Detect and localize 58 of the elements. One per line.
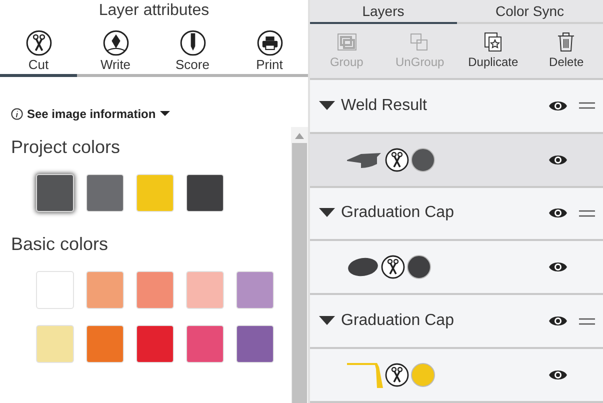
layer-row[interactable] <box>310 134 603 188</box>
group-icon <box>336 32 358 52</box>
color-swatch[interactable] <box>136 271 174 309</box>
toolbar-button[interactable]: Duplicate <box>456 24 530 78</box>
color-swatch[interactable] <box>236 325 274 363</box>
scrollbar-thumb[interactable] <box>292 143 307 403</box>
stylus-icon <box>180 30 206 56</box>
color-swatch[interactable] <box>36 271 74 309</box>
panel-title: Layer attributes <box>98 1 210 21</box>
color-swatch[interactable] <box>86 174 124 212</box>
eye-icon[interactable] <box>549 207 567 220</box>
color-swatch[interactable] <box>86 271 124 309</box>
color-swatch[interactable] <box>186 271 224 309</box>
caret-icon[interactable] <box>319 100 335 111</box>
section-title: Basic colors <box>11 234 110 255</box>
eye-icon[interactable] <box>549 100 567 112</box>
oval-icon <box>347 256 379 278</box>
tool-tab[interactable]: Cut <box>0 26 77 77</box>
scissors-icon <box>381 255 405 280</box>
group-name: Graduation Cap <box>341 204 455 222</box>
graduation-cap-icon <box>347 150 383 169</box>
caret-icon[interactable] <box>160 111 170 117</box>
section-title: Project colors <box>11 137 122 158</box>
color-swatch[interactable] <box>186 325 224 363</box>
color-swatch[interactable] <box>186 174 224 212</box>
group-name: Graduation Cap <box>341 312 455 330</box>
eye-icon[interactable] <box>549 369 567 382</box>
caret-icon[interactable] <box>319 208 335 218</box>
scissors-icon <box>26 30 52 56</box>
color-swatch[interactable] <box>36 174 74 212</box>
toolbar-button[interactable]: Delete <box>530 24 603 78</box>
scissors-icon <box>385 363 409 388</box>
eye-icon[interactable] <box>549 154 567 166</box>
color-swatch[interactable] <box>136 174 174 212</box>
duplicate-icon <box>483 32 504 52</box>
color-swatch[interactable] <box>236 271 274 309</box>
tool-tab[interactable]: Score <box>154 26 231 77</box>
eye-icon[interactable] <box>549 315 567 328</box>
layer-group-row[interactable]: Graduation Cap <box>310 295 603 350</box>
pen-nib-icon <box>102 30 128 56</box>
color-swatch[interactable] <box>86 325 124 363</box>
drag-handle-icon[interactable] <box>579 102 595 110</box>
tassel-icon <box>347 361 383 390</box>
tool-tab[interactable]: Write <box>77 26 154 77</box>
tool-tab[interactable]: Print <box>231 26 308 77</box>
drag-handle-icon[interactable] <box>579 210 595 217</box>
trash-icon <box>557 32 576 52</box>
caret-icon[interactable] <box>319 316 335 326</box>
eye-icon[interactable] <box>549 261 567 274</box>
printer-icon <box>256 30 282 56</box>
group-name: Weld Result <box>341 96 428 115</box>
image-info-link[interactable]: See image information <box>27 107 156 121</box>
scissors-icon <box>385 148 409 172</box>
drag-handle-icon[interactable] <box>579 318 595 325</box>
color-swatch[interactable] <box>136 325 174 363</box>
layer-group-row[interactable]: Graduation Cap <box>310 188 603 242</box>
color-swatch[interactable] <box>36 325 74 363</box>
info-icon <box>11 108 23 120</box>
